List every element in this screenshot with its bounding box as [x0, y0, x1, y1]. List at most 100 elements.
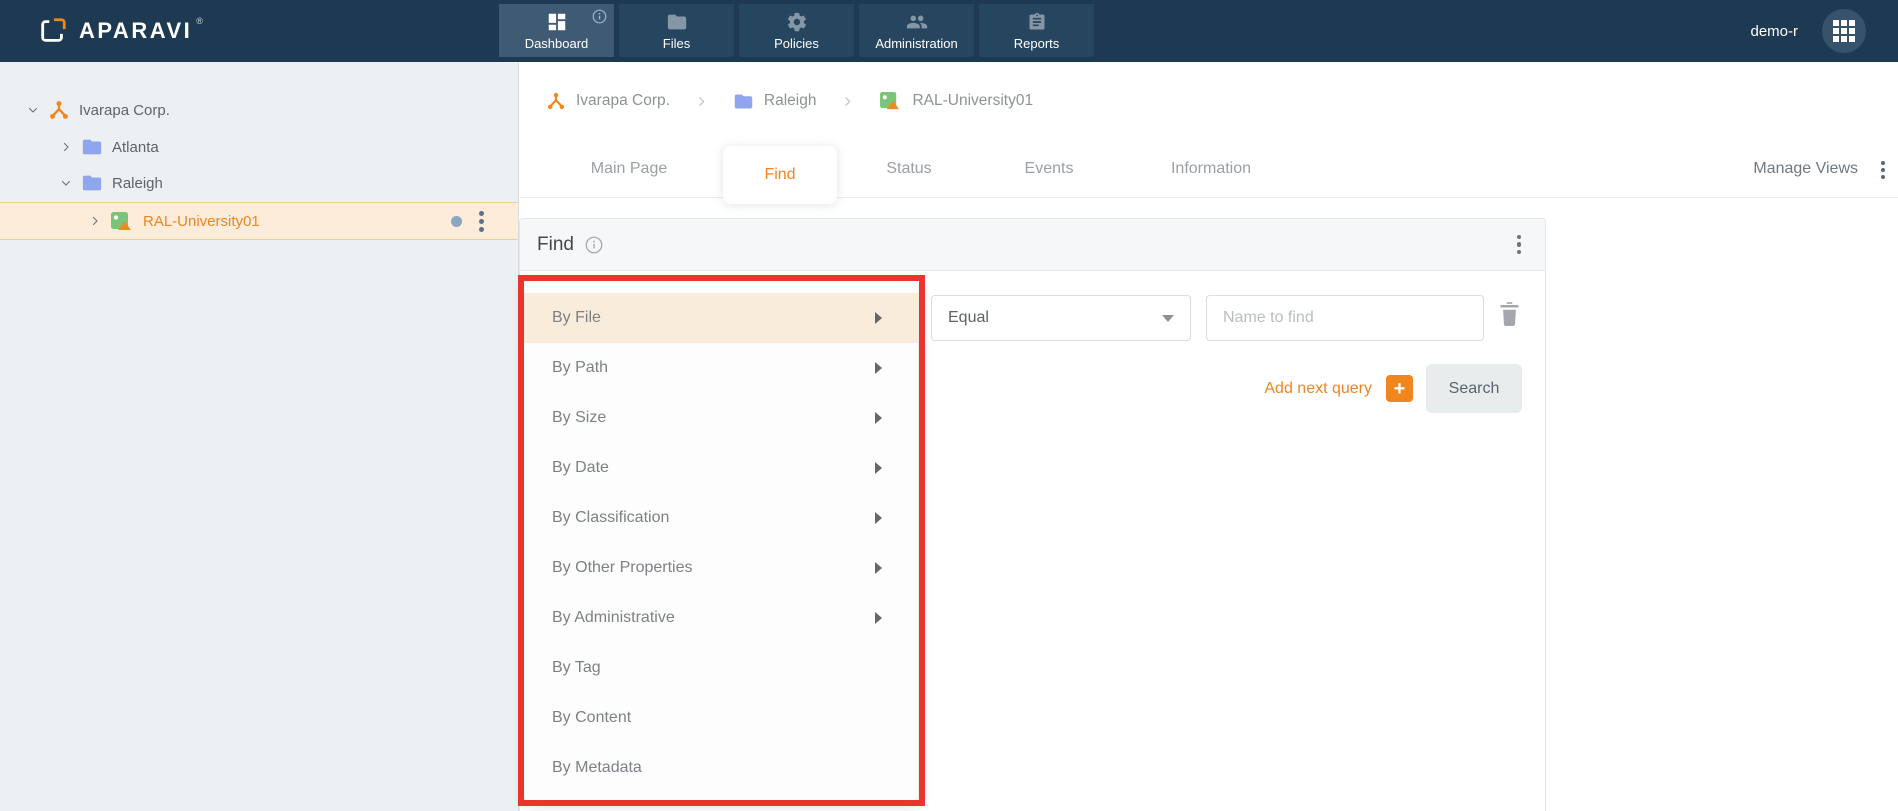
tab-information[interactable]: Information — [1171, 140, 1251, 198]
node-kebab-menu-icon[interactable] — [479, 210, 484, 232]
breadcrumb-item-ral-university01[interactable]: RAL-University01 — [879, 91, 1033, 111]
aggregator-icon — [880, 91, 900, 110]
status-dot-indicator — [451, 215, 462, 227]
menu-item-label: By Size — [552, 409, 607, 426]
menu-item-by-file[interactable]: By File — [524, 293, 918, 343]
trash-icon — [1500, 302, 1519, 327]
menu-item-label: By Other Properties — [552, 559, 693, 576]
nav-label: Dashboard — [524, 35, 589, 51]
breadcrumb-item-raleigh[interactable]: Raleigh — [733, 91, 816, 112]
clipboard-icon — [1029, 12, 1044, 30]
nav-label: Policies — [774, 35, 819, 51]
menu-item-label: By Date — [552, 459, 609, 476]
folder-icon — [734, 94, 753, 108]
tree-node-label: Atlanta — [112, 138, 159, 156]
primary-nav: Dashboard Files Policies Administration … — [499, 4, 1094, 57]
manage-views-button[interactable]: Manage Views — [1753, 140, 1858, 198]
menu-item-by-path[interactable]: By Path — [524, 343, 918, 393]
username-label: demo-r — [1750, 22, 1798, 40]
menu-item-label: By Metadata — [552, 759, 642, 776]
views-kebab-menu-icon[interactable] — [1881, 161, 1885, 179]
apps-grid-icon — [1833, 20, 1855, 42]
menu-item-by-tag[interactable]: By Tag — [524, 643, 918, 693]
registered-mark: ® — [196, 16, 203, 26]
nav-dashboard[interactable]: Dashboard — [499, 4, 614, 57]
brand-name: APARAVI — [79, 18, 193, 43]
breadcrumb-label: Ivarapa Corp. — [576, 92, 670, 109]
nav-label: Administration — [875, 35, 958, 51]
submenu-arrow-icon — [875, 412, 882, 424]
tree-node-ivarapa-corp[interactable]: Ivarapa Corp. — [0, 92, 518, 128]
top-navbar: APARAVI ® Dashboard Files Policies Admin… — [0, 0, 1898, 62]
menu-item-label: By Classification — [552, 509, 670, 526]
menu-item-by-content[interactable]: By Content — [524, 693, 918, 743]
panel-title: Find — [537, 233, 574, 255]
people-icon — [906, 15, 927, 28]
panel-kebab-menu-icon[interactable] — [1516, 234, 1521, 255]
tab-find-active[interactable]: Find — [723, 146, 837, 204]
menu-item-label: By Administrative — [552, 609, 675, 626]
source-tree-sidebar: Ivarapa Corp. Atlanta Raleigh RAL-Univer… — [0, 62, 519, 811]
aparavi-logo-icon — [41, 18, 66, 42]
plus-button[interactable]: + — [1386, 375, 1413, 402]
nav-files[interactable]: Files — [619, 4, 734, 57]
menu-item-by-size[interactable]: By Size — [524, 393, 918, 443]
tree-node-label: RAL-University01 — [143, 212, 260, 230]
search-button[interactable]: Search — [1426, 364, 1522, 413]
tree-node-ral-university01-selected[interactable]: RAL-University01 — [0, 202, 518, 240]
nav-administration[interactable]: Administration — [859, 4, 974, 57]
find-panel-header: Find — [520, 219, 1545, 271]
chevron-right-icon[interactable] — [53, 141, 79, 153]
tab-events[interactable]: Events — [1025, 140, 1074, 198]
tree-node-label: Raleigh — [112, 174, 163, 192]
view-tabs: Main Page Find Status Events Information… — [520, 140, 1898, 204]
tab-main-page[interactable]: Main Page — [591, 140, 668, 198]
tree-node-atlanta[interactable]: Atlanta — [0, 129, 518, 165]
network-icon — [547, 92, 565, 110]
chevron-right-icon[interactable] — [82, 215, 108, 227]
submenu-arrow-icon — [875, 562, 882, 574]
chevron-down-icon[interactable] — [20, 104, 46, 116]
menu-item-by-classification[interactable]: By Classification — [524, 493, 918, 543]
nav-reports[interactable]: Reports — [979, 4, 1094, 57]
chevron-right-icon — [841, 95, 854, 108]
aparavi-logo[interactable]: APARAVI ® — [38, 0, 203, 62]
submenu-arrow-icon — [875, 362, 882, 374]
apps-grid-button[interactable] — [1822, 9, 1866, 53]
submenu-arrow-icon — [875, 462, 882, 474]
menu-item-by-other-properties[interactable]: By Other Properties — [524, 543, 918, 593]
dashboard-icon — [548, 13, 565, 30]
chevron-down-icon — [1162, 314, 1174, 322]
nav-policies[interactable]: Policies — [739, 4, 854, 57]
aggregator-icon — [110, 211, 134, 232]
find-field-dropdown-menu: By File By Path By Size By Date By Class… — [524, 281, 918, 800]
menu-item-by-date[interactable]: By Date — [524, 443, 918, 493]
name-to-find-input[interactable] — [1206, 295, 1484, 341]
nav-label: Reports — [1013, 35, 1060, 51]
menu-item-label: By Path — [552, 359, 609, 376]
menu-item-label: By File — [552, 309, 601, 326]
breadcrumb-item-ivarapa[interactable]: Ivarapa Corp. — [546, 91, 670, 111]
menu-item-by-administrative[interactable]: By Administrative — [524, 593, 918, 643]
chevron-down-icon[interactable] — [53, 177, 79, 189]
gear-icon — [787, 12, 806, 31]
breadcrumb: Ivarapa Corp. Raleigh RAL-University01 — [520, 62, 1898, 140]
tab-status[interactable]: Status — [886, 140, 931, 198]
operator-select[interactable]: Equal — [931, 295, 1191, 341]
nav-label: Files — [662, 35, 691, 51]
info-icon[interactable] — [592, 9, 607, 24]
menu-item-label: By Content — [552, 709, 632, 726]
delete-query-button[interactable] — [1496, 299, 1523, 329]
tree-node-raleigh[interactable]: Raleigh — [0, 165, 518, 201]
folder-icon — [81, 172, 103, 194]
menu-item-by-metadata[interactable]: By Metadata — [524, 743, 918, 793]
menu-item-label: By Tag — [552, 659, 601, 676]
breadcrumb-label: RAL-University01 — [912, 92, 1034, 109]
add-next-query-link[interactable]: Add next query — [1264, 380, 1372, 398]
chevron-right-icon — [695, 95, 708, 108]
info-icon[interactable] — [585, 236, 603, 254]
folder-icon — [667, 14, 686, 29]
network-icon — [48, 99, 70, 121]
add-next-query: Add next query + — [1264, 375, 1413, 402]
operator-value: Equal — [948, 309, 989, 326]
